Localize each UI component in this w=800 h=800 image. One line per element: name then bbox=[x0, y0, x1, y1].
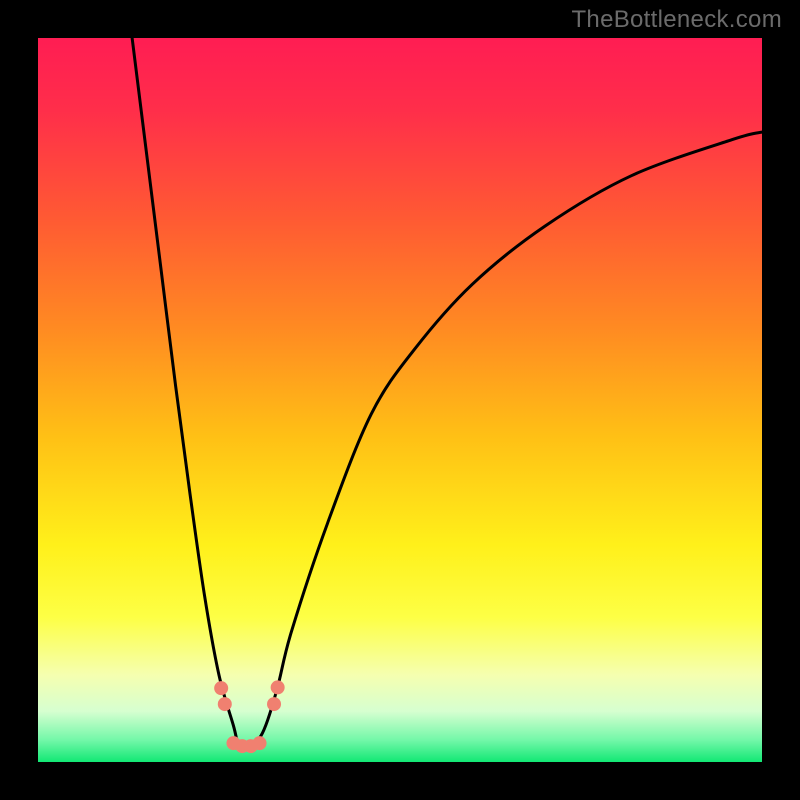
bottleneck-chart bbox=[0, 0, 800, 800]
chart-frame: TheBottleneck.com bbox=[0, 0, 800, 800]
highlight-marker bbox=[214, 681, 228, 695]
highlight-marker bbox=[267, 697, 281, 711]
highlight-marker bbox=[271, 680, 285, 694]
highlight-marker bbox=[218, 697, 232, 711]
highlight-marker bbox=[253, 736, 267, 750]
watermark-text: TheBottleneck.com bbox=[571, 6, 782, 34]
